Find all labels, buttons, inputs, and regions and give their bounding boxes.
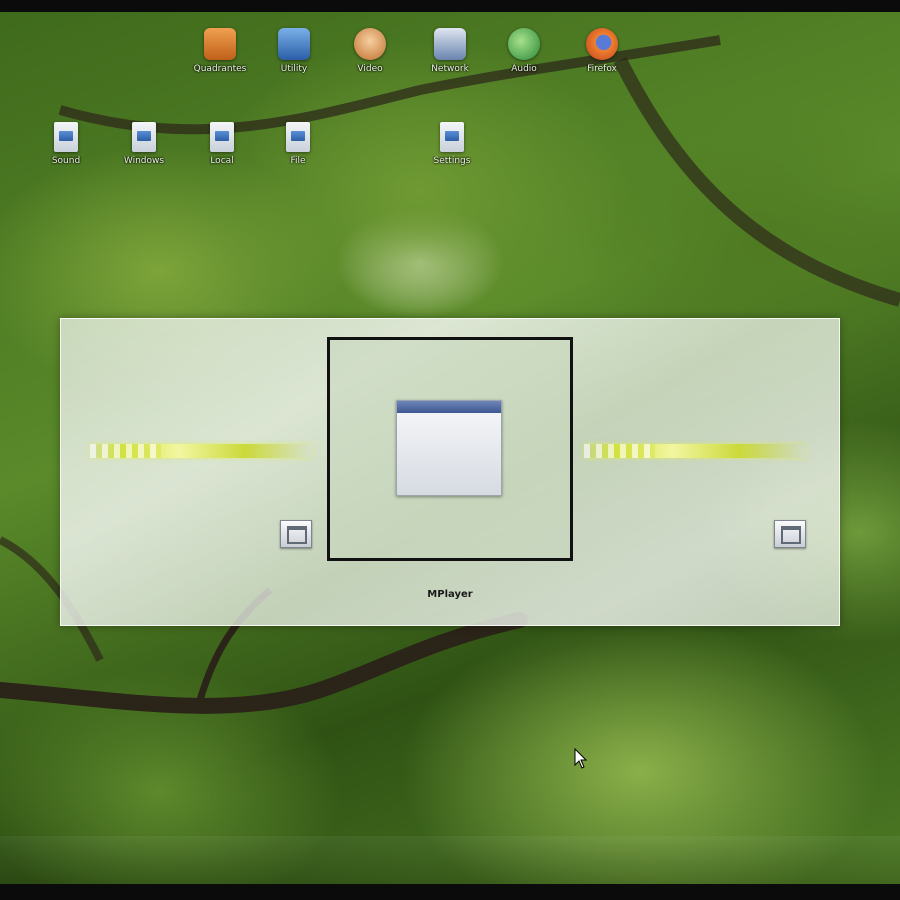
taskbar: [0, 836, 900, 884]
desktop-icon-label: File: [290, 156, 306, 166]
desktop-icon-utility[interactable]: Utility: [254, 28, 334, 75]
app-blue-icon: [278, 28, 310, 60]
switcher-window-title: MPlayer: [427, 589, 473, 600]
file-icon: [210, 122, 234, 152]
desktop-icon-label: Sound: [51, 156, 81, 166]
file-icon: [132, 122, 156, 152]
window-app-icon-left: [280, 520, 312, 548]
app-vlc-icon: [354, 28, 386, 60]
window-switcher: MPlayer: [60, 318, 840, 626]
mouse-cursor-icon: [574, 748, 588, 769]
mini-window-preview: [396, 400, 502, 496]
desktop-icon-label: Windows: [123, 156, 165, 166]
firefox-icon: [586, 28, 618, 60]
desktop-icon-label: Local: [210, 156, 234, 166]
desktop-icon-sound[interactable]: Sound: [26, 122, 106, 167]
progress-bar-left: [90, 444, 312, 458]
app-green-icon: [508, 28, 540, 60]
window-thumbnail-selected[interactable]: [327, 337, 573, 561]
top-letterbox: [0, 0, 900, 12]
desktop-icon-quadrantes[interactable]: Quadrantes: [180, 28, 260, 75]
desktop-icon-video[interactable]: Video: [330, 28, 410, 75]
desktop-icon-label: Network: [431, 64, 469, 74]
file-icon: [440, 122, 464, 152]
window-thumbnail-right[interactable]: [575, 337, 821, 561]
desktop-icon-network[interactable]: Network: [410, 28, 490, 75]
desktop-icon-windows[interactable]: Windows: [104, 122, 184, 167]
desktop-icon-settings[interactable]: Settings: [412, 122, 492, 167]
desktop-icon-firefox[interactable]: Firefox: [562, 28, 642, 75]
desktop-icon-audio[interactable]: Audio: [484, 28, 564, 75]
desktop-icon-label: Quadrantes: [193, 64, 247, 74]
desktop-icon-label: Utility: [280, 64, 308, 74]
progress-bar-left-fill: [90, 444, 162, 458]
desktop-icon-label: Firefox: [587, 64, 617, 74]
desktop-icon-label: Audio: [511, 64, 537, 74]
file-icon: [286, 122, 310, 152]
mini-window-titlebar: [397, 401, 501, 413]
file-icon: [54, 122, 78, 152]
progress-bar-right-fill: [584, 444, 656, 458]
bottom-letterbox: [0, 884, 900, 900]
desktop-icon-local[interactable]: Local: [182, 122, 262, 167]
desktop-icon-label: Video: [357, 64, 383, 74]
desktop-screen: Quadrantes Utility Video Network Audio F…: [0, 0, 900, 900]
desktop-icon-file[interactable]: File: [258, 122, 338, 167]
desktop-icon-label: Settings: [433, 156, 471, 166]
window-thumbnail-left[interactable]: [81, 337, 327, 561]
app-orange-icon: [204, 28, 236, 60]
progress-bar-right: [584, 444, 806, 458]
app-network-icon: [434, 28, 466, 60]
window-app-icon-right: [774, 520, 806, 548]
